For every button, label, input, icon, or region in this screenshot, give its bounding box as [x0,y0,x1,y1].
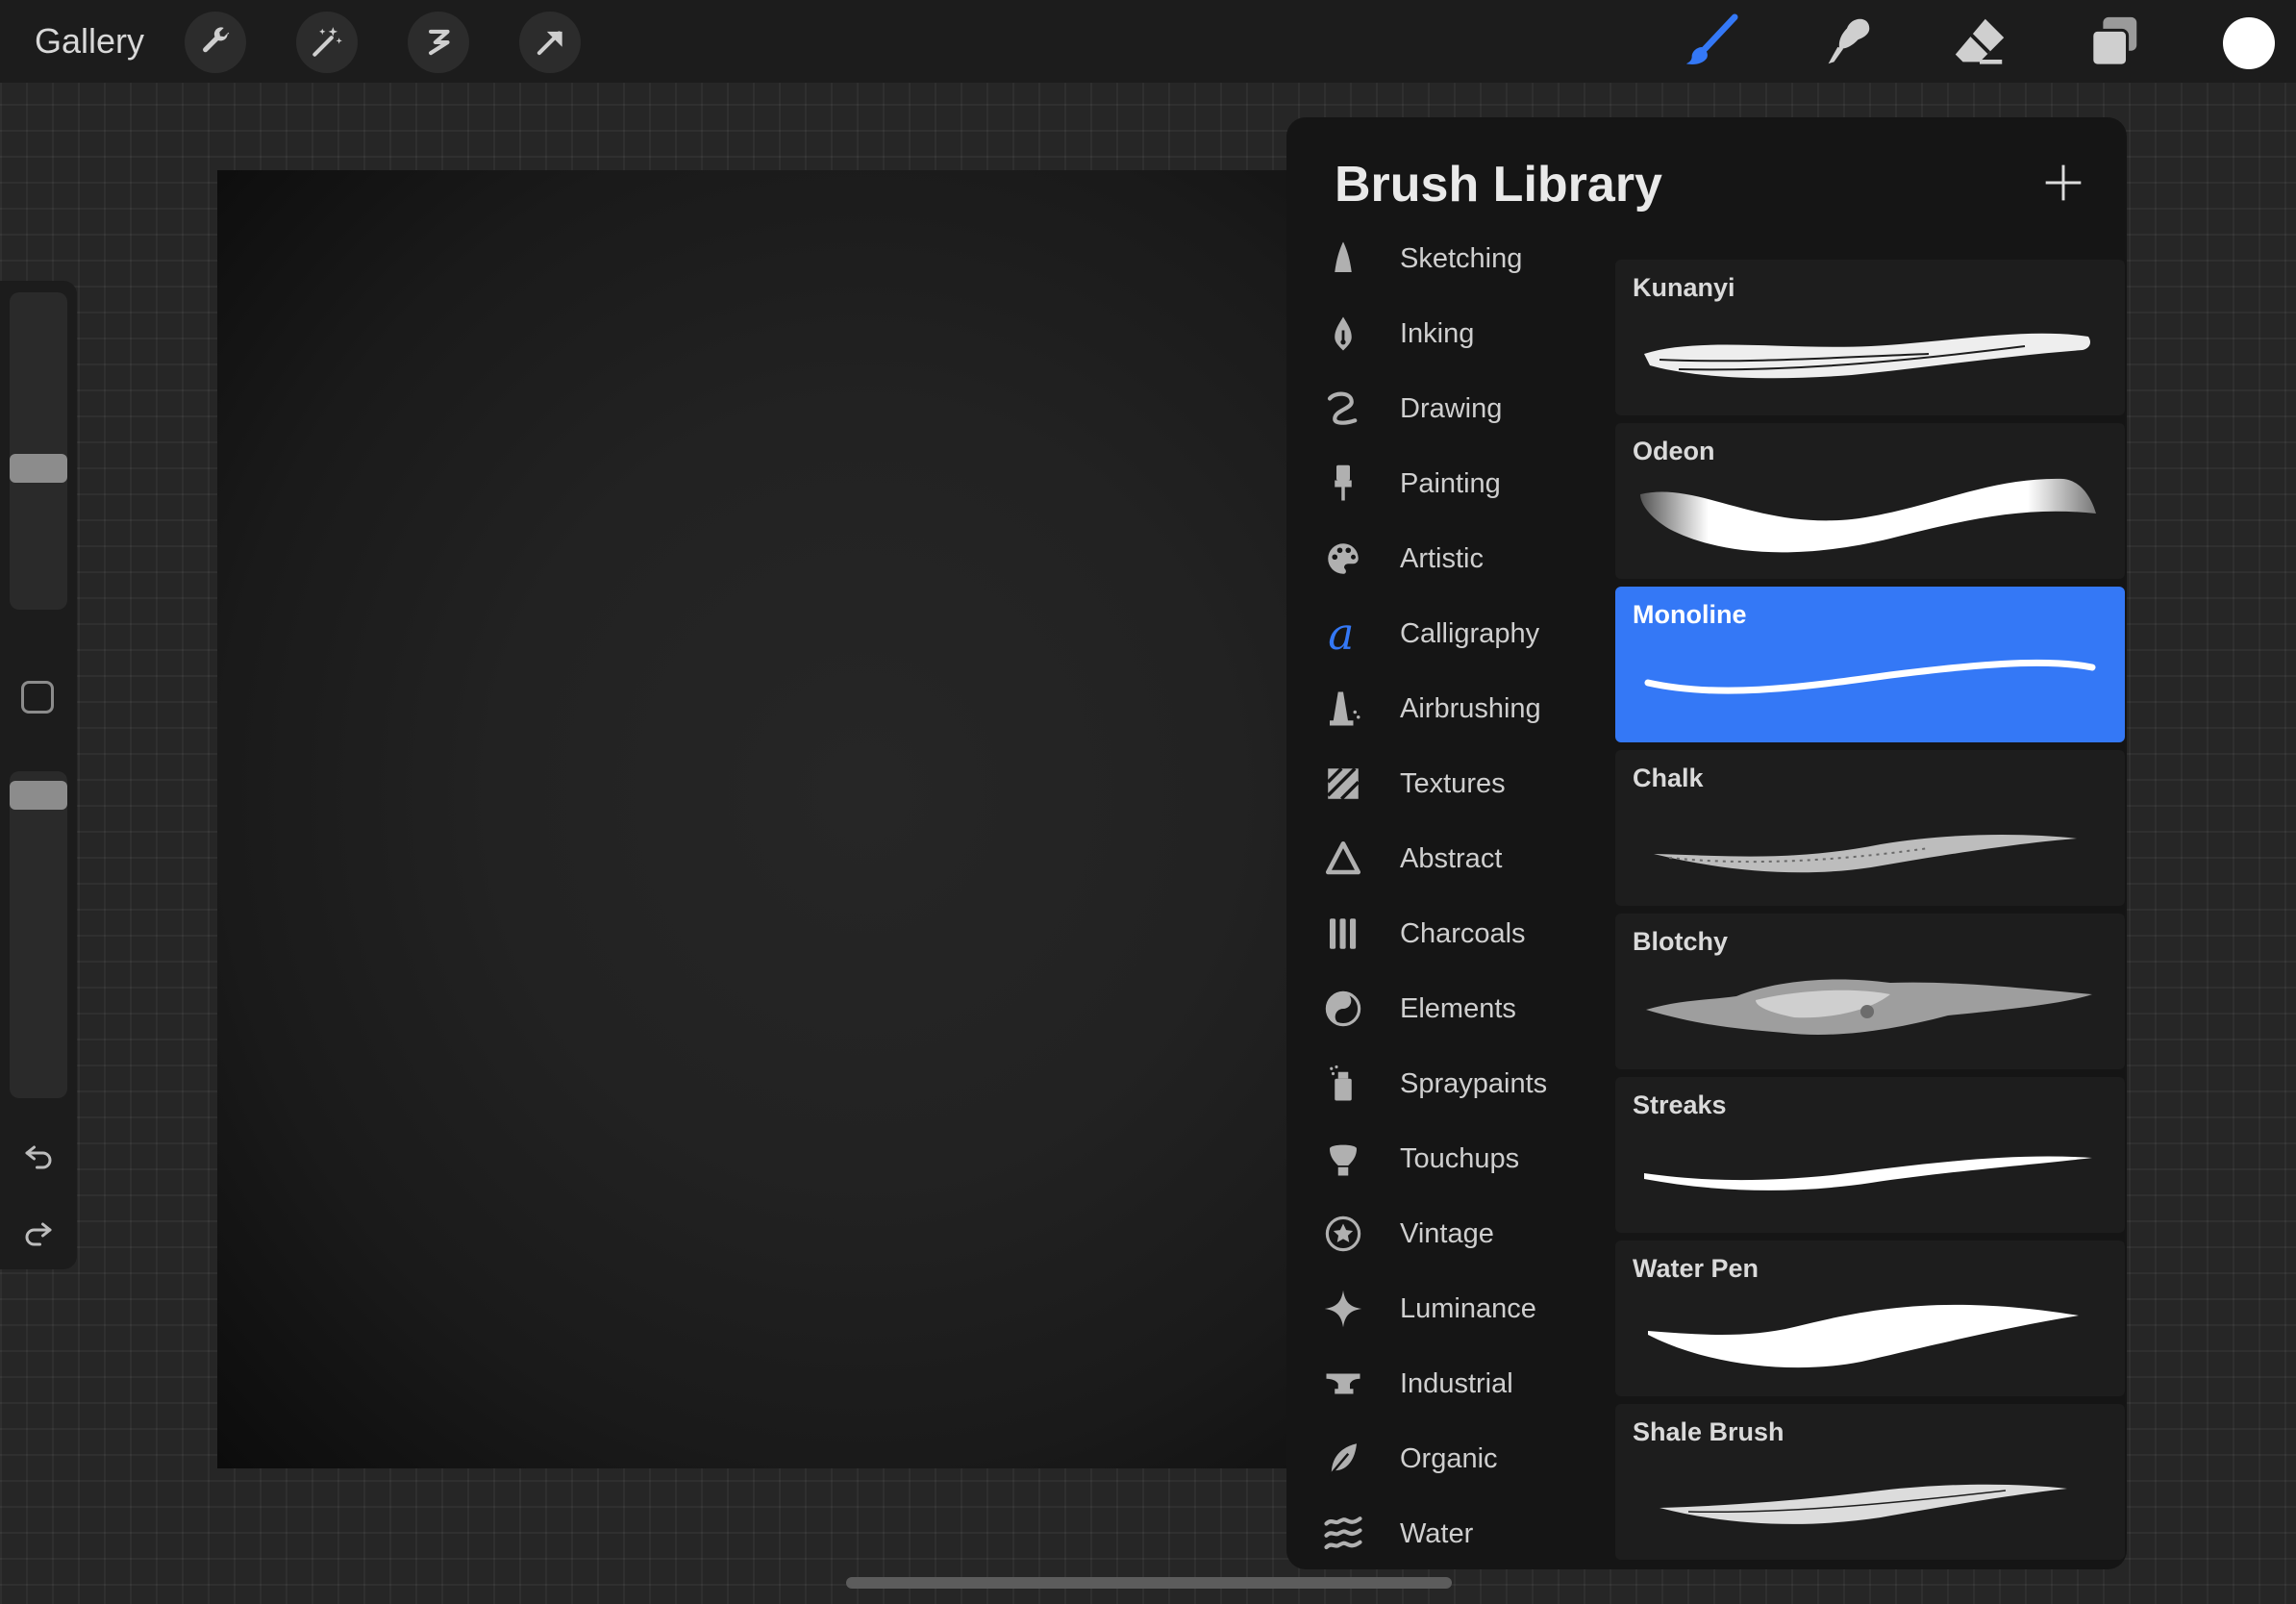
category-sketching[interactable]: Sketching [1286,225,1604,292]
brush-item-monoline[interactable]: Monoline [1615,587,2125,742]
organic-icon [1329,1443,1357,1477]
transform-button[interactable] [519,12,581,73]
abstract-icon [1325,840,1361,875]
airbrushing-icon [1330,691,1360,726]
painting-icon [1335,464,1352,501]
water-icon [1324,1516,1362,1550]
layers-icon [2090,16,2137,67]
brush-stroke-preview [1644,1156,2092,1190]
brush-item-odeon[interactable]: Odeon [1615,423,2125,579]
brush-item-kunanyi[interactable]: Kunanyi [1615,260,2125,415]
category-airbrushing[interactable]: Airbrushing [1286,675,1604,742]
spraypaints-icon [1330,1065,1352,1101]
brush-item-streaks[interactable]: Streaks [1615,1077,2125,1233]
redo-button[interactable] [19,1214,58,1252]
brush-stroke-preview [1640,478,2096,553]
category-abstract[interactable]: Abstract [1286,825,1604,892]
category-water[interactable]: Water [1286,1500,1604,1567]
magic-wand-icon [312,27,342,57]
brush-opacity-slider[interactable] [10,771,67,1098]
modifier-button[interactable] [21,681,54,714]
category-painting[interactable]: Painting [1286,450,1604,517]
brush-stroke-preview [1660,1484,2067,1524]
brush-stroke-preview [1644,333,2090,379]
adjustments-button[interactable] [296,12,358,73]
color-picker-swatch[interactable] [2223,17,2275,69]
textures-icon [1327,767,1360,800]
smudge-icon [1828,18,1870,64]
wrench-icon [203,27,230,53]
vintage-icon [1325,1216,1361,1252]
category-textures[interactable]: Textures [1286,750,1604,817]
category-touchups[interactable]: Touchups [1286,1125,1604,1192]
brush-icon [1685,13,1738,64]
selection-icon [429,29,450,56]
category-spraypaints[interactable]: Spraypaints [1286,1050,1604,1117]
calligraphy-icon: a [1328,614,1354,654]
elements-icon [1325,990,1361,1027]
brush-opacity-thumb[interactable] [10,781,67,810]
gallery-button[interactable]: Gallery [35,19,144,63]
category-inking[interactable]: Inking [1286,300,1604,367]
drawing-canvas[interactable] [217,170,1333,1468]
category-elements[interactable]: Elements [1286,975,1604,1042]
category-artistic[interactable]: Artistic [1286,525,1604,592]
brush-tool-button[interactable] [1679,10,1746,73]
smudge-tool-button[interactable] [1813,10,1881,73]
category-luminance[interactable]: Luminance [1286,1275,1604,1342]
panel-title: Brush Library [1335,157,1662,213]
eraser-icon [1955,18,2005,64]
undo-icon [25,1145,52,1169]
eraser-tool-button[interactable] [1946,10,2013,73]
redo-icon [25,1222,52,1246]
category-organic[interactable]: Organic [1286,1425,1604,1492]
brush-stroke-preview [1644,659,2096,694]
brush-stroke-preview [1654,835,2077,873]
charcoals-icon [1330,918,1357,949]
drawing-icon [1327,391,1358,425]
category-drawing[interactable]: Drawing [1286,375,1604,442]
brush-size-slider[interactable] [10,292,67,610]
luminance-icon [1324,1290,1362,1328]
brush-item-water-pen[interactable]: Water Pen [1615,1241,2125,1396]
selection-button[interactable] [408,12,469,73]
artistic-icon [1328,543,1359,574]
touchups-icon [1330,1144,1357,1176]
top-toolbar: Gallery [0,0,2296,83]
inking-icon [1335,316,1352,351]
layers-button[interactable] [2081,10,2148,73]
category-industrial[interactable]: Industrial [1286,1350,1604,1417]
undo-button[interactable] [19,1137,58,1175]
brush-size-thumb[interactable] [10,454,67,483]
brush-item-blotchy[interactable]: Blotchy [1615,914,2125,1069]
home-indicator[interactable] [846,1577,1452,1589]
category-calligraphy[interactable]: a Calligraphy [1286,600,1604,667]
brush-library-panel: Brush Library Sketching Inking Drawing P… [1286,117,2127,1569]
category-charcoals[interactable]: Charcoals [1286,900,1604,967]
actions-button[interactable] [185,12,246,73]
left-sidebar [0,281,77,1269]
brush-stroke-preview [1646,979,2092,1035]
brush-item-chalk[interactable]: Chalk [1615,750,2125,906]
brush-item-shale-brush[interactable]: Shale Brush [1615,1404,2125,1560]
plus-icon [2045,164,2082,201]
add-brush-button[interactable] [2036,156,2090,210]
brush-stroke-preview [1648,1304,2079,1368]
svg-text:a: a [1328,614,1354,654]
industrial-icon [1326,1373,1360,1394]
transform-icon [537,31,562,56]
category-vintage[interactable]: Vintage [1286,1200,1604,1267]
sketching-icon [1335,241,1352,272]
